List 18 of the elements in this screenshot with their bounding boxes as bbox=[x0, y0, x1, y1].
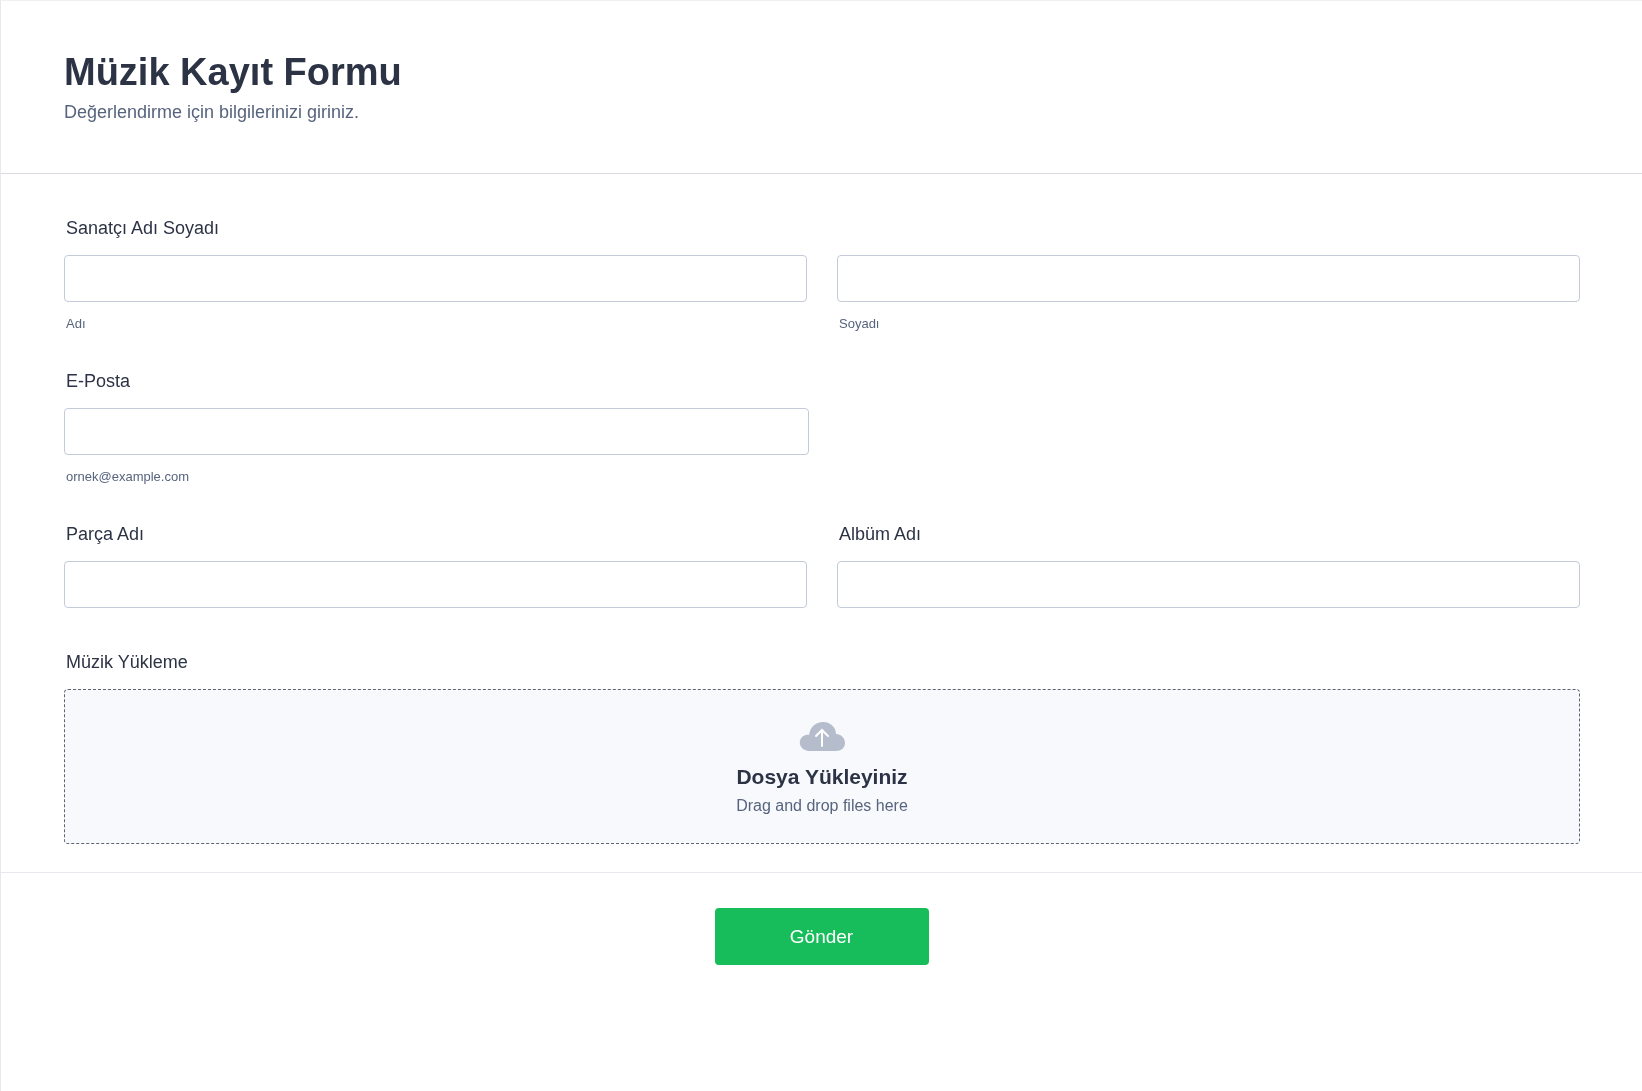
field-label: Parça Adı bbox=[66, 524, 146, 545]
upload-title: Dosya Yükleyiniz bbox=[736, 764, 908, 789]
form-title: Müzik Kayıt Formu bbox=[64, 51, 403, 94]
text-field[interactable] bbox=[64, 255, 807, 302]
field-hint: ornek@example.com bbox=[66, 469, 191, 484]
text-field[interactable] bbox=[64, 408, 809, 455]
text-field[interactable] bbox=[64, 561, 807, 608]
field-label: Müzik Yükleme bbox=[66, 652, 189, 673]
upload-hint: Drag and drop files here bbox=[736, 796, 908, 815]
text-field[interactable] bbox=[837, 255, 1580, 302]
field-hint: Adı bbox=[66, 316, 87, 331]
file-drop-zone[interactable]: Dosya Yükleyiniz Drag and drop files here bbox=[64, 689, 1580, 844]
field-label: Albüm Adı bbox=[839, 524, 923, 545]
field-label: Sanatçı Adı Soyadı bbox=[66, 218, 221, 239]
field-label: E-Posta bbox=[66, 371, 132, 392]
text-field[interactable] bbox=[837, 561, 1580, 608]
form-subtitle: Değerlendirme için bilgilerinizi giriniz. bbox=[64, 102, 361, 123]
field-hint: Soyadı bbox=[839, 316, 881, 331]
